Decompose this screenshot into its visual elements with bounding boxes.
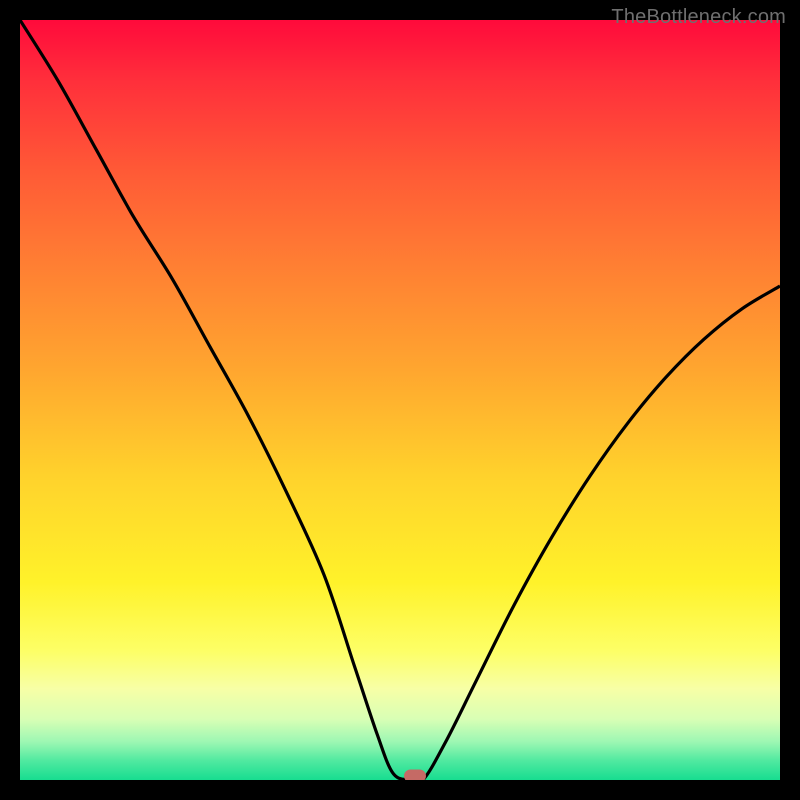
bottleneck-curve (20, 20, 780, 780)
plot-area (20, 20, 780, 780)
notch-marker (404, 770, 426, 781)
curve-path (20, 20, 780, 780)
watermark-text: TheBottleneck.com (611, 6, 786, 29)
chart-frame: TheBottleneck.com (0, 0, 800, 800)
